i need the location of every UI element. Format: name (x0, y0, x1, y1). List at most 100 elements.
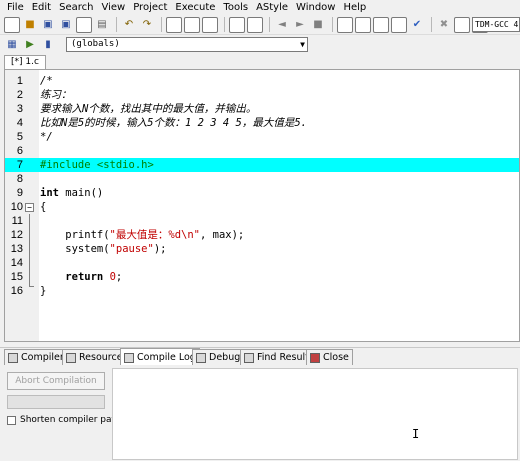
compile-log-panel: Abort Compilation Shorten compiler paths… (0, 365, 520, 461)
code-line[interactable]: 5 */ (5, 130, 519, 144)
toolbar-separator (224, 17, 225, 32)
compile-log-output[interactable]: I (112, 368, 518, 460)
save-all-icon[interactable]: ▣ (58, 17, 74, 33)
menu-edit[interactable]: Edit (29, 0, 56, 15)
menu-window[interactable]: Window (293, 0, 340, 15)
line-number: 15 (10, 271, 23, 283)
code-line[interactable]: 1 /* (5, 74, 519, 88)
redo-icon[interactable]: ↷ (139, 17, 155, 33)
code-text: int main() (40, 187, 104, 199)
scope-select-value: (globals) (71, 39, 120, 49)
toolbar-separator (116, 17, 117, 32)
compile-log-icon (124, 352, 134, 363)
unindent-icon[interactable]: ◄ (274, 17, 290, 33)
code-text: return 0; (65, 271, 123, 283)
file-tab[interactable]: [*] 1.c (4, 55, 46, 69)
code-line[interactable]: 14 (5, 256, 519, 270)
tab-compiler-label: Compiler (21, 352, 64, 363)
new-file-icon[interactable] (4, 16, 20, 33)
tab-compile-log-label: Compile Log (137, 352, 196, 363)
find-icon[interactable] (166, 16, 182, 33)
compile-run-icon[interactable] (373, 16, 389, 33)
code-line[interactable]: 2 练习： (5, 88, 519, 102)
rebuild-icon[interactable] (391, 16, 407, 33)
code-text: } (40, 285, 47, 297)
code-line[interactable]: 9 int main() (5, 186, 519, 200)
menu-project[interactable]: Project (130, 0, 172, 15)
code-text: /* (40, 75, 53, 87)
file-tab-bar: [*] 1.c (0, 55, 520, 69)
run-icon[interactable] (355, 16, 371, 33)
abort-compilation-button[interactable]: Abort Compilation (7, 372, 105, 390)
code-line[interactable]: 3 要求输入N个数，找出其中的最大值，并输出。 (5, 102, 519, 116)
code-text: #include <stdio.h> (40, 159, 154, 171)
undo-icon[interactable]: ↶ (121, 17, 137, 33)
toggle-bookmark-icon[interactable]: ▮ (40, 37, 56, 53)
bookmark-icon[interactable] (247, 16, 263, 33)
compiler-select[interactable]: TDM-GCC 4 (472, 17, 520, 32)
comment-icon[interactable]: ■ (310, 17, 326, 33)
toolbar-separator (269, 17, 270, 32)
code-line[interactable]: 13 system("pause"); (5, 242, 519, 256)
open-file-icon[interactable]: ■ (22, 17, 38, 33)
code-line[interactable]: 6 (5, 144, 519, 158)
menu-tools[interactable]: Tools (220, 0, 253, 15)
debug-icon[interactable] (454, 16, 470, 33)
shorten-paths-checkbox[interactable] (7, 415, 16, 425)
code-line[interactable]: 8 (5, 172, 519, 186)
print-icon[interactable]: ▤ (94, 17, 110, 33)
menu-file[interactable]: File (4, 0, 29, 15)
code-text: system("pause"); (40, 243, 167, 255)
replace-icon[interactable] (184, 16, 200, 33)
line-number: 16 (10, 285, 23, 297)
insert-icon[interactable]: ▦ (4, 37, 20, 53)
shorten-paths-option[interactable]: Shorten compiler paths (7, 415, 125, 425)
code-text: printf("最大值是：%d\n", max); (40, 229, 245, 241)
code-line[interactable]: 12 printf("最大值是：%d\n", max); (5, 228, 519, 242)
code-line[interactable]: 7 #include <stdio.h> (5, 158, 519, 172)
find-results-icon (244, 352, 254, 363)
code-line[interactable]: 16} (5, 284, 519, 298)
menu-help[interactable]: Help (340, 0, 371, 15)
tab-debug[interactable]: Debug (192, 349, 245, 365)
shorten-paths-label: Shorten compiler paths (20, 415, 126, 425)
compile-icon[interactable] (337, 16, 353, 33)
menu-search[interactable]: Search (56, 0, 98, 15)
menu-bar: File Edit Search View Project Execute To… (0, 0, 520, 15)
save-icon[interactable]: ▣ (40, 17, 56, 33)
code-line[interactable]: 4 比如N是5的时候，输入5个数：1 2 3 4 5，最大值是5. (5, 116, 519, 130)
class-toolbar: ▦ ▶ ▮ (globals) ▼ (0, 36, 520, 54)
line-number: 12 (10, 229, 23, 241)
menu-execute[interactable]: Execute (172, 0, 220, 15)
tab-compiler[interactable]: Compiler (4, 349, 68, 365)
line-number: 13 (10, 243, 23, 255)
menu-astyle[interactable]: AStyle (253, 0, 293, 15)
code-editor[interactable]: 1 /* 2 练习： 3 要求输入N个数，找出其中的最大值，并输出。 4 比如N是5的时候，输… (4, 69, 520, 342)
indent-icon[interactable]: ► (292, 17, 308, 33)
tab-compile-log[interactable]: Compile Log (120, 348, 200, 366)
tab-close[interactable]: Close (306, 349, 353, 365)
resources-icon (66, 352, 76, 363)
line-number: 10 (10, 201, 23, 213)
main-toolbar: ■ ▣ ▣ ▤ ↶ ↷ ◄ ► ■ ✔ ✖ TDM-GCC 4 (0, 15, 520, 35)
code-line[interactable]: 10−{ (5, 200, 519, 214)
menu-view[interactable]: View (98, 0, 130, 15)
code-line[interactable]: 11 (5, 214, 519, 228)
stop-icon[interactable]: ✖ (436, 17, 452, 33)
code-text: 练习： (40, 89, 72, 101)
goto-icon[interactable]: ▶ (22, 37, 38, 53)
check-syntax-icon[interactable]: ✔ (409, 17, 425, 33)
line-number: 14 (10, 257, 23, 269)
text-cursor-icon: I (412, 427, 420, 441)
goto-line-icon[interactable] (229, 16, 245, 33)
close-file-icon[interactable] (76, 16, 92, 33)
code-line[interactable]: 15 return 0; (5, 270, 519, 284)
fold-toggle-icon[interactable]: − (25, 203, 34, 212)
find-next-icon[interactable] (202, 16, 218, 33)
compiler-icon (8, 352, 18, 363)
scope-select[interactable]: (globals) ▼ (66, 37, 308, 52)
code-text: { (40, 201, 47, 213)
toolbar-separator (161, 17, 162, 32)
code-text: */ (40, 131, 53, 143)
line-number: 7 (16, 159, 23, 171)
